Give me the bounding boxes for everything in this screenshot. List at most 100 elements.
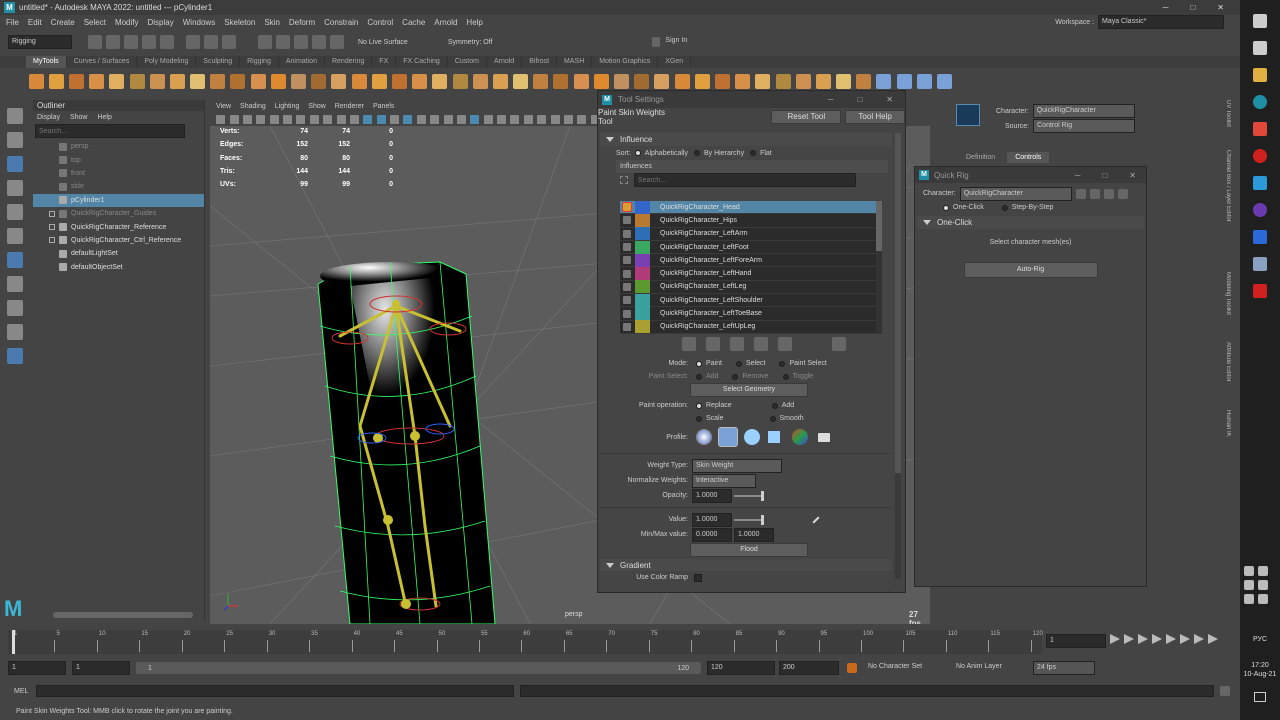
influence-color-swatch[interactable]	[635, 227, 650, 241]
sort-alphabetically[interactable]: Alphabetically	[634, 150, 688, 157]
viewport-tool-icon[interactable]	[349, 114, 359, 124]
shelf-tool-icon[interactable]	[351, 73, 367, 89]
influence-row[interactable]: QuickRigCharacter_LeftLeg	[620, 280, 876, 295]
sort-by-hierarchy[interactable]: By Hierarchy	[694, 150, 744, 157]
add-influence-icon[interactable]	[682, 337, 696, 351]
viewport-tool-icon[interactable]	[537, 114, 547, 124]
influence-color-swatch[interactable]	[635, 267, 650, 281]
snap-surface-icon[interactable]	[330, 35, 344, 49]
outliner-item[interactable]: front	[33, 167, 204, 180]
weight-type-dropdown[interactable]: Skin Weight	[692, 458, 782, 473]
unlock-icon[interactable]	[623, 229, 631, 238]
shelf-tab-fx-caching[interactable]: FX Caching	[396, 56, 448, 68]
outliner-item[interactable]: QuickRigCharacter_Reference	[33, 220, 204, 233]
shelf-tool-icon[interactable]	[270, 73, 286, 89]
profile-soft-icon[interactable]	[718, 427, 738, 447]
shelf-tool-icon[interactable]	[89, 73, 105, 89]
shelf-tool-icon[interactable]	[492, 73, 508, 89]
shelf-tool-icon[interactable]	[937, 73, 953, 89]
qr-delete-icon[interactable]	[1117, 188, 1128, 199]
shelf-tab-fx[interactable]: FX	[372, 56, 397, 68]
play-forward-icon[interactable]	[1166, 634, 1176, 644]
menu-file[interactable]: File	[6, 18, 19, 27]
min-value-field[interactable]: 0.0000	[692, 527, 732, 542]
shelf-tool-icon[interactable]	[654, 73, 670, 89]
viewport-tool-icon[interactable]	[296, 114, 306, 124]
qr-mode-step-by-step[interactable]: Step-By-Step	[1001, 204, 1053, 211]
go-end-icon[interactable]	[1208, 634, 1218, 644]
minimize-button[interactable]: ─	[1163, 3, 1169, 12]
influence-color-swatch[interactable]	[635, 320, 650, 334]
viewport-tool-icon[interactable]	[523, 114, 533, 124]
close-button[interactable]: ✕	[1217, 3, 1224, 12]
step-forward-icon[interactable]	[1180, 634, 1190, 644]
bluetooth-icon[interactable]	[1258, 580, 1268, 590]
viewport-menu-show[interactable]: Show	[308, 103, 326, 110]
shelf-tab-rigging[interactable]: Rigging	[240, 56, 279, 68]
shelf-tool-icon[interactable]	[391, 73, 407, 89]
outliner-item[interactable]: defaultObjectSet	[33, 261, 204, 274]
qr-duplicate-icon[interactable]	[1103, 188, 1114, 199]
lock-icon[interactable]	[622, 202, 632, 213]
viewport-menu-shading[interactable]: Shading	[240, 103, 266, 110]
viewport-tool-icon[interactable]	[470, 114, 480, 124]
unlock-icon[interactable]	[623, 243, 631, 252]
undo-icon[interactable]	[142, 35, 156, 49]
snap-grid-icon[interactable]	[258, 35, 272, 49]
viewport-tool-icon[interactable]	[497, 114, 507, 124]
file-explorer-icon[interactable]	[1253, 68, 1267, 82]
flood-button[interactable]: Flood	[690, 543, 808, 557]
viewport-tool-icon[interactable]	[363, 114, 373, 124]
shelf-tool-icon[interactable]	[68, 73, 84, 89]
reset-tool-button[interactable]: Reset Tool	[771, 110, 842, 124]
shelf-tool-icon[interactable]	[674, 73, 690, 89]
side-tab-human-ik[interactable]: Human IK	[1225, 410, 1231, 450]
viewport-tool-icon[interactable]	[390, 114, 400, 124]
shelf-tab-poly-modeling[interactable]: Poly Modeling	[137, 56, 197, 68]
shelf-tool-icon[interactable]	[916, 73, 932, 89]
shelf-tool-icon[interactable]	[876, 73, 892, 89]
mode-paint-select[interactable]: Paint Select	[779, 360, 827, 367]
auto-rig-button[interactable]: Auto-Rig	[963, 262, 1098, 278]
shelf-tool-icon[interactable]	[735, 73, 751, 89]
volume-icon[interactable]	[1258, 594, 1268, 604]
ts-maximize-button[interactable]: □	[857, 95, 862, 104]
search-icon[interactable]	[1253, 14, 1267, 28]
shelf-tool-icon[interactable]	[149, 73, 165, 89]
anim-end-field[interactable]: 200	[779, 661, 839, 675]
playhead[interactable]	[12, 630, 15, 654]
viewport-tool-icon[interactable]	[443, 114, 453, 124]
symmetry-dropdown[interactable]: Symmetry: Off	[448, 39, 493, 46]
side-tab-modeling-toolkit[interactable]: Modeling Toolkit	[1225, 272, 1231, 334]
live-surface-field[interactable]: No Live Surface	[358, 39, 408, 46]
qr-maximize-button[interactable]: □	[1102, 171, 1107, 180]
qr-add-icon[interactable]	[1089, 188, 1100, 199]
rotate-tool-icon[interactable]	[7, 204, 23, 220]
side-tab-channel-box-layer-editor[interactable]: Channel Box / Layer Editor	[1225, 150, 1231, 264]
network-icon[interactable]	[1258, 566, 1268, 576]
battery-icon[interactable]	[1244, 594, 1254, 604]
opacity-slider[interactable]	[734, 490, 764, 501]
menu-select[interactable]: Select	[84, 18, 106, 27]
shelf-tool-icon[interactable]	[815, 73, 831, 89]
unlock-icon[interactable]	[623, 269, 631, 278]
shelf-tool-icon[interactable]	[129, 73, 145, 89]
viewport-tool-icon[interactable]	[242, 114, 252, 124]
tool-help-button[interactable]: Tool Help	[845, 110, 905, 124]
command-input[interactable]	[36, 685, 514, 697]
shelf-tab-mytools[interactable]: MyTools	[26, 56, 67, 68]
workspace-dropdown[interactable]: Maya Classic*	[1098, 15, 1224, 29]
menu-windows[interactable]: Windows	[183, 18, 215, 27]
max-value-field[interactable]: 1.0000	[734, 527, 774, 542]
unlock-icon[interactable]	[623, 282, 631, 291]
viewport-tool-icon[interactable]	[376, 114, 386, 124]
shelf-tab-curves-surfaces[interactable]: Curves / Surfaces	[67, 56, 138, 68]
shelf-tool-icon[interactable]	[210, 73, 226, 89]
shelf-tool-icon[interactable]	[755, 73, 771, 89]
snap-curve-icon[interactable]	[276, 35, 290, 49]
app-icon[interactable]	[1253, 122, 1267, 136]
expand-icon[interactable]	[49, 224, 55, 231]
viewport-tool-icon[interactable]	[416, 114, 426, 124]
character-set-dropdown[interactable]: No Character Set	[865, 661, 947, 675]
redo-icon[interactable]	[160, 35, 174, 49]
